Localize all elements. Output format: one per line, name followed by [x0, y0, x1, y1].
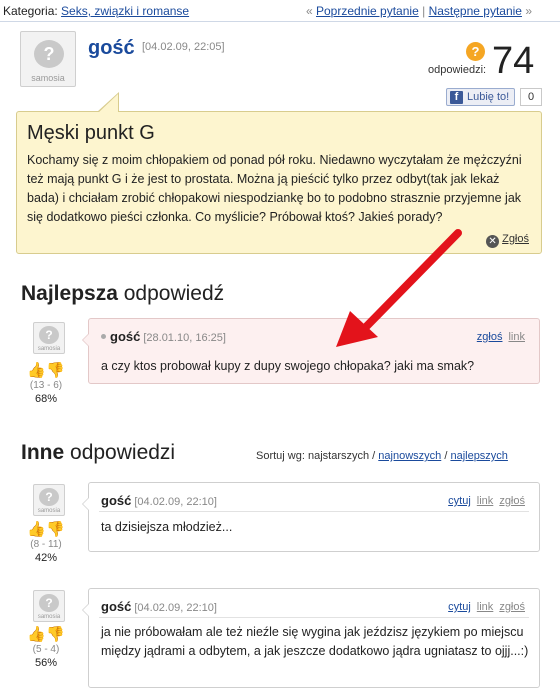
speech-tail-fill [98, 94, 118, 113]
nav-open-quote: « [305, 4, 313, 18]
vote-count: (8 - 11) [30, 539, 62, 550]
answer-header: gość [28.01.10, 16:25] [101, 329, 226, 344]
answer-box: gość [04.02.09, 22:10] cytuj link zgłoś ta … [82, 482, 540, 552]
sort-bar: Sortuj wg: najstarszych / najnowszych / … [256, 450, 508, 462]
answer-actions: zgłoś link [471, 331, 525, 343]
question-nav: « Poprzednie pytanie | Następne pytanie … [306, 0, 532, 22]
vote-thumbs: 👍👎 [24, 626, 68, 644]
vote-percent: 68% [34, 393, 58, 405]
question-badge-icon: ? [466, 42, 485, 61]
best-answer-box: gość [28.01.10, 16:25] zgłoś link a czy kt… [82, 318, 540, 384]
like-count: 0 [520, 88, 542, 106]
like-label: Lubię to! [467, 91, 510, 103]
answer-text: a czy ktos probował kupy z dupy swojego … [101, 359, 475, 373]
best-heading-bold: Najlepsza [21, 282, 118, 305]
nav-close-quote: » [525, 4, 532, 18]
avatar-placeholder-icon: ? [34, 40, 64, 68]
thumbs-down-icon[interactable]: 👎 [46, 362, 65, 379]
facebook-like-button[interactable]: f Lubię to! [446, 88, 515, 106]
quote-link[interactable]: cytuj [448, 495, 471, 507]
best-heading-rest: odpowiedź [123, 282, 225, 305]
answer-author[interactable]: gość [101, 493, 131, 508]
answers-count: 74 [492, 40, 535, 82]
close-circle-icon: ✕ [486, 235, 500, 248]
answer-actions: cytuj link zgłoś [442, 495, 525, 507]
others-heading-rest: odpowiedzi [70, 441, 176, 464]
thumbs-up-icon[interactable]: 👍 [27, 362, 46, 379]
answer-date: [28.01.10, 16:25] [143, 332, 226, 344]
next-question-link[interactable]: Następne pytanie [429, 4, 522, 18]
report-label: Zgłoś [502, 233, 529, 245]
category-link[interactable]: Seks, związki i romanse [61, 4, 189, 18]
bullet-icon [101, 334, 106, 339]
speech-tail-fill [83, 604, 89, 616]
quote-link[interactable]: cytuj [448, 601, 471, 613]
answers-label: odpowiedzi: [428, 64, 487, 76]
prev-question-link[interactable]: Poprzednie pytanie [316, 4, 419, 18]
divider [99, 617, 529, 618]
avatar-placeholder-icon: ? [39, 594, 59, 612]
avatar[interactable]: ? samosia [20, 31, 76, 87]
nav-separator: | [422, 4, 426, 18]
answer-header: gość [04.02.09, 22:10] [101, 599, 217, 614]
answer-text: ta dzisiejsza młodzież... [101, 520, 233, 534]
answer-box: gość [04.02.09, 22:10] cytuj link zgłoś ja … [82, 588, 540, 688]
speech-tail-fill [83, 334, 89, 346]
avatar-placeholder-icon: ? [39, 488, 59, 506]
other-answers-heading: Inne odpowiedzi [21, 441, 175, 465]
answer-date: [04.02.09, 22:10] [134, 602, 217, 614]
vote-block: 👍👎 (13 - 6) 68% [24, 362, 68, 406]
top-bar: Kategoria: Seks, związki i romanse « Pop… [0, 0, 560, 22]
question-box: Męski punkt G Kochamy się z moim chłopak… [16, 92, 542, 254]
thumbs-down-icon[interactable]: 👎 [46, 521, 65, 538]
thumbs-up-icon[interactable]: 👍 [27, 626, 46, 643]
answer-header: gość [04.02.09, 22:10] [101, 493, 217, 508]
vote-count: (5 - 4) [32, 644, 60, 655]
answer-text: ja nie próbowałam ale też nieźle się wyg… [101, 625, 529, 658]
vote-thumbs: 👍👎 [24, 521, 68, 539]
answer-author[interactable]: gość [101, 599, 131, 614]
avatar[interactable]: ? samosia [33, 590, 65, 622]
question-date: [04.02.09, 22:05] [142, 41, 225, 53]
question-title: Męski punkt G [27, 122, 155, 144]
report-link[interactable]: zgłoś [477, 331, 503, 343]
permalink[interactable]: link [477, 495, 494, 507]
avatar-placeholder-icon: ? [39, 326, 59, 344]
permalink[interactable]: link [477, 601, 494, 613]
avatar-label: samosia [37, 346, 61, 352]
sort-label: Sortuj wg: najstarszych / [256, 450, 376, 462]
vote-block: 👍👎 (8 - 11) 42% [24, 521, 68, 565]
question-author[interactable]: gość [88, 37, 135, 60]
vote-thumbs: 👍👎 [24, 362, 68, 380]
divider [99, 511, 529, 512]
sort-newest-link[interactable]: najnowszych [378, 450, 441, 462]
report-question-button[interactable]: ✕ Zgłoś [486, 233, 529, 248]
best-answer-heading: Najlepsza odpowiedź [21, 282, 224, 306]
vote-percent: 56% [34, 657, 58, 669]
category-label: Kategoria: [3, 4, 58, 18]
answer-actions: cytuj link zgłoś [442, 601, 525, 613]
sort-best-link[interactable]: najlepszych [450, 450, 507, 462]
others-heading-bold: Inne [21, 441, 65, 464]
question-body: Kochamy się z moim chłopakiem od ponad p… [27, 153, 522, 224]
report-link[interactable]: zgłoś [499, 601, 525, 613]
answer-date: [04.02.09, 22:10] [134, 496, 217, 508]
vote-count: (13 - 6) [29, 380, 63, 391]
avatar[interactable]: ? samosia [33, 484, 65, 516]
vote-block: 👍👎 (5 - 4) 56% [24, 626, 68, 670]
sort-slash: / [444, 450, 448, 462]
vote-percent: 42% [34, 552, 58, 564]
avatar[interactable]: ? samosia [33, 322, 65, 354]
facebook-icon: f [450, 91, 463, 104]
permalink[interactable]: link [508, 331, 525, 343]
report-link[interactable]: zgłoś [499, 495, 525, 507]
thumbs-down-icon[interactable]: 👎 [46, 626, 65, 643]
avatar-label: samosia [37, 508, 61, 514]
breadcrumb: Kategoria: Seks, związki i romanse [3, 0, 189, 22]
thumbs-up-icon[interactable]: 👍 [27, 521, 46, 538]
avatar-label: samosia [37, 614, 61, 620]
speech-tail-fill [83, 498, 89, 510]
answer-author[interactable]: gość [110, 329, 140, 344]
avatar-label: samosia [31, 73, 65, 83]
